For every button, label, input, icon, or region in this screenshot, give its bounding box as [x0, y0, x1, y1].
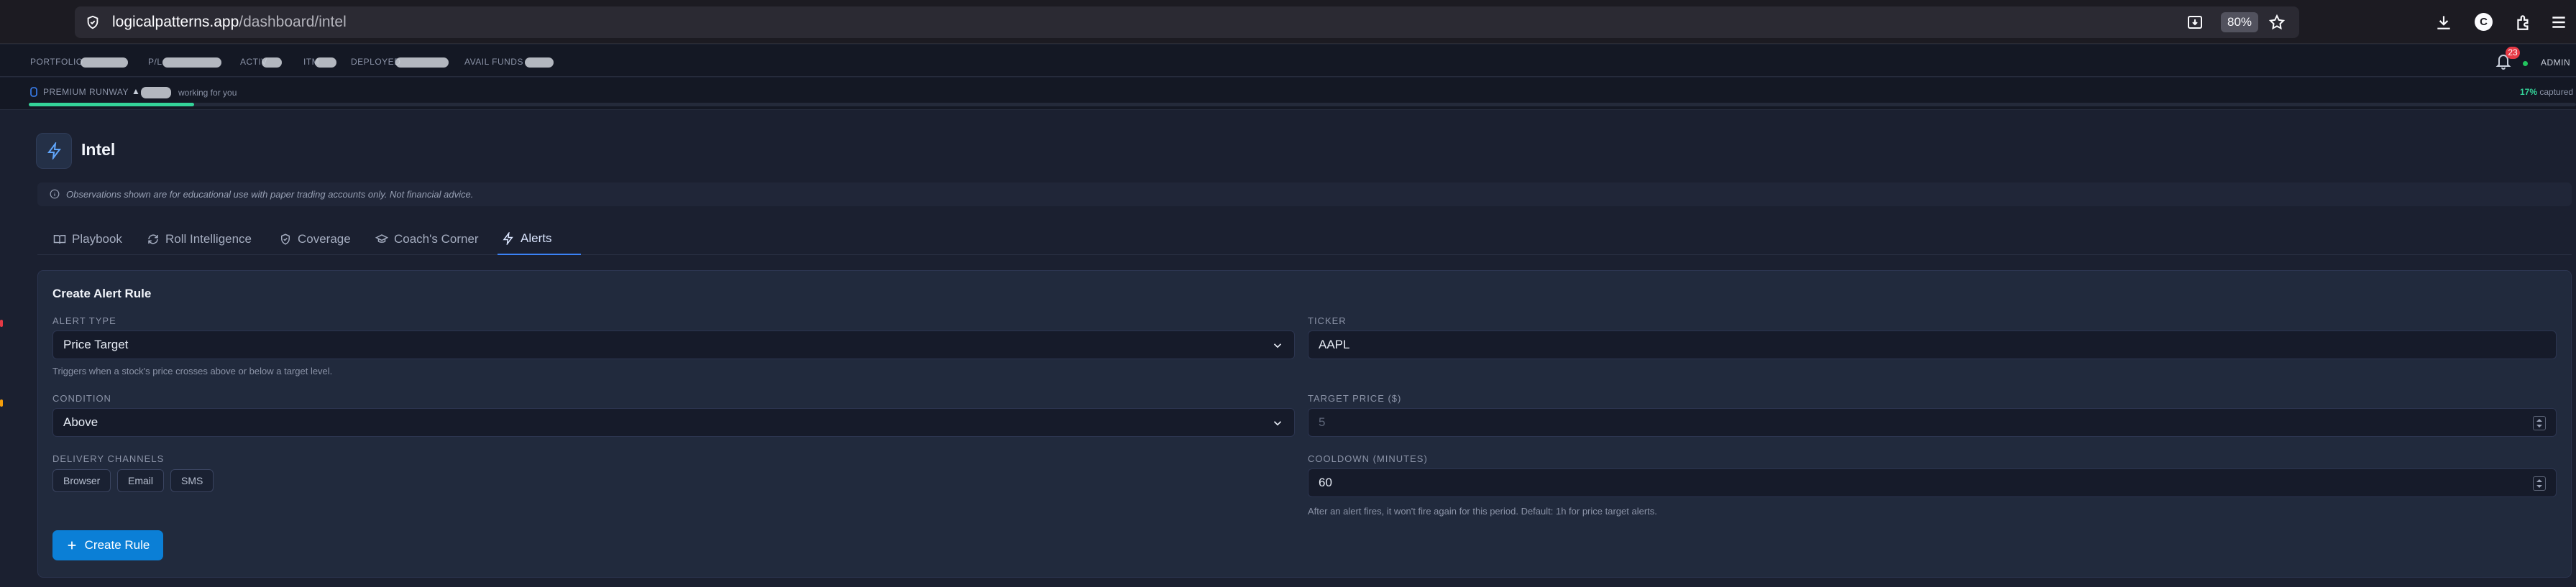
zap-icon	[47, 142, 61, 160]
tab-playbook[interactable]: Playbook	[49, 223, 127, 255]
stat-avail-funds-label: AVAIL FUNDS	[464, 57, 523, 67]
runway-progress-track	[29, 103, 2576, 106]
chevron-down-icon	[1273, 421, 1282, 426]
tab-label: Roll Intelligence	[165, 232, 252, 246]
notification-count-badge: 23	[2506, 47, 2520, 59]
admin-label[interactable]: ADMIN	[2541, 57, 2570, 68]
redacted-value	[525, 57, 554, 68]
zap-icon	[503, 232, 513, 245]
redacted-value	[395, 57, 449, 68]
cooldown-value: 60	[1319, 476, 1332, 489]
target-price-label: TARGET PRICE ($)	[1308, 393, 1402, 404]
captured-label: 17% captured	[2520, 87, 2573, 97]
tab-coaches-corner[interactable]: Coach's Corner	[371, 223, 483, 255]
redacted-value	[141, 87, 171, 98]
url-path: /dashboard/intel	[239, 14, 347, 30]
shield-check-icon	[281, 234, 290, 245]
channel-sms-toggle[interactable]: SMS	[170, 469, 214, 492]
graduation-cap-icon	[375, 234, 388, 243]
runway-text: working for you	[178, 88, 237, 98]
stat-pl-label: P/L	[148, 57, 162, 67]
runway-arrow: ▲	[132, 86, 140, 96]
tab-bar: Playbook Roll Intelligence Coverage Coac…	[37, 223, 2572, 255]
info-icon	[50, 189, 60, 199]
tab-label: Alerts	[521, 231, 552, 245]
shield-icon	[87, 15, 98, 29]
cooldown-label: COOLDOWN (MINUTES)	[1308, 453, 1428, 464]
tab-label: Coverage	[298, 232, 351, 246]
page-icon-box	[36, 133, 72, 169]
delivery-channels-label: DELIVERY CHANNELS	[52, 453, 165, 464]
stat-portfolio-label: PORTFOLIO	[30, 57, 83, 67]
plus-icon	[68, 541, 75, 550]
disclaimer-text: Observations shown are for educational u…	[66, 189, 474, 200]
portfolio-stats-bar: PORTFOLIO P/L ACTIV ITM DEPLOYED AVAIL F…	[0, 45, 2576, 77]
browser-toolbar: logicalpatterns.app/dashboard/intel 80% …	[0, 0, 2576, 44]
download-icon[interactable]	[2434, 13, 2453, 32]
stat-deployed-label: DEPLOYED	[351, 57, 401, 67]
hourglass-icon	[30, 87, 37, 97]
cooldown-hint: After an alert fires, it won't fire agai…	[1308, 506, 1657, 517]
menu-icon[interactable]	[2549, 13, 2568, 32]
redacted-value	[162, 57, 221, 68]
profile-avatar[interactable]: C	[2475, 13, 2493, 31]
alert-type-select[interactable]: Price Target	[52, 331, 1295, 359]
runway-progress-fill	[29, 103, 195, 106]
chevron-down-icon	[1273, 343, 1282, 348]
alert-type-label: ALERT TYPE	[52, 315, 116, 326]
panel-title: Create Alert Rule	[52, 287, 152, 300]
extensions-icon[interactable]	[2514, 13, 2533, 32]
online-status-dot	[2523, 61, 2528, 66]
captured-percent: 17%	[2520, 87, 2538, 97]
redacted-value	[262, 57, 282, 68]
redacted-value	[315, 57, 336, 68]
create-rule-label: Create Rule	[84, 538, 150, 552]
number-stepper[interactable]	[2533, 476, 2546, 491]
cooldown-input[interactable]: 60	[1308, 468, 2557, 497]
ticker-value: AAPL	[1319, 338, 1350, 351]
book-icon	[53, 235, 66, 244]
ticker-label: TICKER	[1308, 315, 1347, 326]
channel-email-toggle[interactable]: Email	[117, 469, 165, 492]
tab-alerts[interactable]: Alerts	[498, 223, 581, 255]
condition-select[interactable]: Above	[52, 408, 1295, 437]
alert-type-hint: Triggers when a stock's price crosses ab…	[52, 366, 333, 376]
condition-value: Above	[63, 415, 98, 429]
edge-indicator	[0, 320, 3, 327]
condition-label: CONDITION	[52, 393, 111, 404]
star-icon[interactable]	[2268, 14, 2286, 31]
tab-label: Coach's Corner	[394, 232, 479, 246]
url-bar[interactable]: logicalpatterns.app/dashboard/intel 80%	[75, 6, 2299, 38]
runway-label: PREMIUM RUNWAY	[43, 87, 129, 97]
number-stepper[interactable]	[2533, 416, 2546, 430]
tab-coverage[interactable]: Coverage	[275, 223, 355, 255]
install-app-icon[interactable]	[2186, 14, 2204, 31]
create-alert-panel: Create Alert Rule ALERT TYPE Price Targe…	[37, 270, 2572, 578]
captured-text: captured	[2539, 87, 2574, 97]
refresh-icon	[148, 234, 158, 244]
redacted-value	[81, 57, 128, 68]
create-rule-button[interactable]: Create Rule	[52, 530, 163, 560]
ticker-input[interactable]: AAPL	[1308, 331, 2557, 359]
disclaimer-banner: Observations shown are for educational u…	[37, 182, 2572, 206]
tab-roll-intelligence[interactable]: Roll Intelligence	[142, 223, 256, 255]
url-text[interactable]: logicalpatterns.app/dashboard/intel	[112, 14, 347, 31]
zoom-level-button[interactable]: 80%	[2221, 12, 2258, 32]
target-price-placeholder: 5	[1319, 415, 1326, 429]
url-host: logicalpatterns.app	[112, 14, 239, 30]
channel-browser-toggle[interactable]: Browser	[52, 469, 111, 492]
page-title: Intel	[81, 140, 116, 159]
tab-label: Playbook	[72, 232, 122, 246]
premium-runway-bar: PREMIUM RUNWAY ▲ working for you 17% cap…	[0, 78, 2576, 110]
alert-type-value: Price Target	[63, 338, 129, 351]
edge-indicator	[0, 399, 3, 407]
target-price-input[interactable]: 5	[1308, 408, 2557, 437]
